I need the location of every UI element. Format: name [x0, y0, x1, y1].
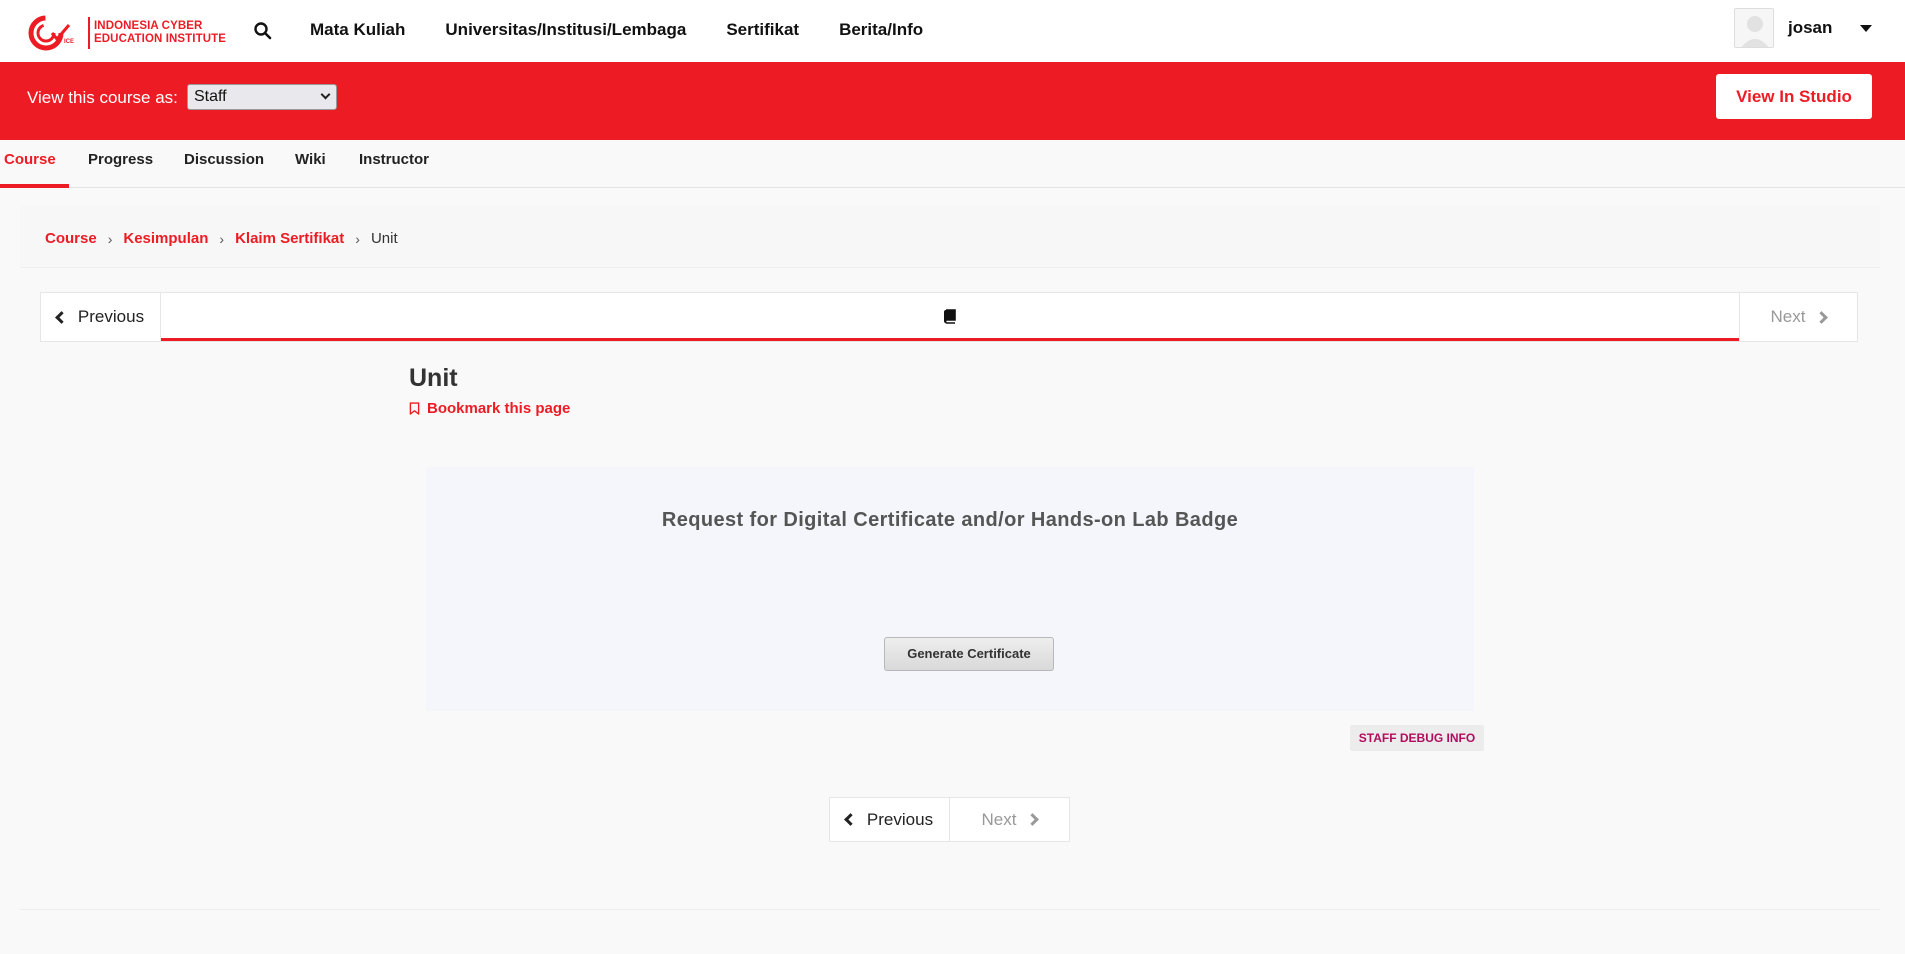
sequence-unit-tab[interactable] — [161, 293, 1739, 341]
tab-course[interactable]: Course — [4, 151, 56, 168]
svg-text:ICE: ICE — [64, 39, 74, 45]
chevron-left-icon — [55, 310, 68, 324]
tab-instructor[interactable]: Instructor — [359, 151, 429, 168]
logo-line-2: EDUCATION INSTITUTE — [94, 33, 227, 45]
nav-mata-kuliah[interactable]: Mata Kuliah — [310, 20, 405, 40]
certificate-panel: Request for Digital Certificate and/or H… — [426, 467, 1474, 711]
chevron-right-icon — [1815, 310, 1829, 324]
sequence-next-button[interactable]: Next — [1739, 293, 1857, 341]
user-avatar-icon — [1741, 16, 1769, 47]
top-header: ICE INDONESIA CYBER EDUCATION INSTITUTE … — [0, 0, 1905, 62]
course-tabs: Course Progress Discussion Wiki Instruct… — [0, 140, 1905, 188]
active-tab-indicator — [0, 184, 69, 188]
certificate-heading: Request for Digital Certificate and/or H… — [661, 509, 1239, 531]
search-icon[interactable] — [252, 20, 274, 42]
chevron-down-icon[interactable] — [1860, 24, 1873, 32]
chevron-right-icon: › — [107, 230, 113, 247]
logo-text: INDONESIA CYBER EDUCATION INSTITUTE — [94, 20, 226, 46]
nav-universitas[interactable]: Universitas/Institusi/Lembaga — [445, 20, 686, 40]
view-in-studio-button[interactable]: View In Studio — [1716, 74, 1872, 119]
chevron-right-icon: › — [355, 230, 360, 247]
chevron-left-icon — [844, 813, 857, 826]
username[interactable]: josan — [1788, 18, 1832, 38]
tab-wiki[interactable]: Wiki — [295, 151, 326, 168]
bottom-previous-label: Previous — [866, 809, 934, 829]
logo-divider — [88, 17, 90, 49]
nav-berita-info[interactable]: Berita/Info — [839, 20, 923, 40]
course-content: Course › Kesimpulan › Klaim Sertifikat ›… — [20, 206, 1880, 910]
bottom-next-label: Next — [981, 809, 1017, 829]
tab-discussion[interactable]: Discussion — [184, 151, 264, 168]
sequence-previous-label: Previous — [77, 307, 145, 326]
view-as-value: Staff — [194, 88, 227, 105]
logo-line-1: INDONESIA CYBER — [94, 20, 203, 32]
bookmark-icon — [409, 402, 420, 415]
avatar[interactable] — [1734, 8, 1774, 48]
bookmark-label: Bookmark this page — [427, 400, 571, 417]
book-icon — [944, 308, 956, 324]
bottom-previous-button[interactable]: Previous — [830, 798, 950, 841]
view-as-label: View this course as: — [27, 88, 178, 107]
view-as-select[interactable]: Staff — [187, 84, 337, 110]
unit-title: Unit — [409, 364, 458, 392]
nav-sertifikat[interactable]: Sertifikat — [726, 20, 799, 40]
chevron-right-icon: › — [219, 230, 225, 247]
main-nav: Mata Kuliah Universitas/Institusi/Lembag… — [310, 20, 923, 40]
breadcrumb-course[interactable]: Course — [45, 230, 97, 247]
generate-certificate-button[interactable]: Generate Certificate — [884, 637, 1054, 671]
bottom-sequence-nav: Previous Next — [829, 797, 1070, 842]
bottom-next-button[interactable]: Next — [950, 798, 1069, 841]
sequence-previous-button[interactable]: Previous — [41, 293, 161, 341]
breadcrumb-kesimpulan[interactable]: Kesimpulan — [123, 230, 208, 247]
breadcrumb-current: Unit — [370, 230, 398, 247]
sequence-nav: Previous Next — [40, 292, 1858, 342]
sequence-next-label: Next — [1770, 307, 1806, 326]
breadcrumb: Course › Kesimpulan › Klaim Sertifikat ›… — [45, 230, 398, 247]
breadcrumb-bar: Course › Kesimpulan › Klaim Sertifikat ›… — [20, 206, 1880, 268]
chevron-right-icon — [1026, 813, 1040, 826]
logo-mark-icon: ICE — [28, 15, 74, 51]
site-logo[interactable]: ICE INDONESIA CYBER EDUCATION INSTITUTE — [28, 13, 226, 53]
breadcrumb-klaim-sertifikat[interactable]: Klaim Sertifikat — [235, 230, 344, 247]
user-menu[interactable]: josan — [1734, 8, 1873, 48]
bookmark-button[interactable]: Bookmark this page — [409, 400, 570, 417]
staff-bar: View this course as: Staff View In Studi… — [0, 62, 1905, 140]
chevron-down-icon — [320, 89, 331, 100]
staff-debug-info-button[interactable]: STAFF DEBUG INFO — [1350, 725, 1484, 751]
tab-progress[interactable]: Progress — [88, 151, 153, 168]
